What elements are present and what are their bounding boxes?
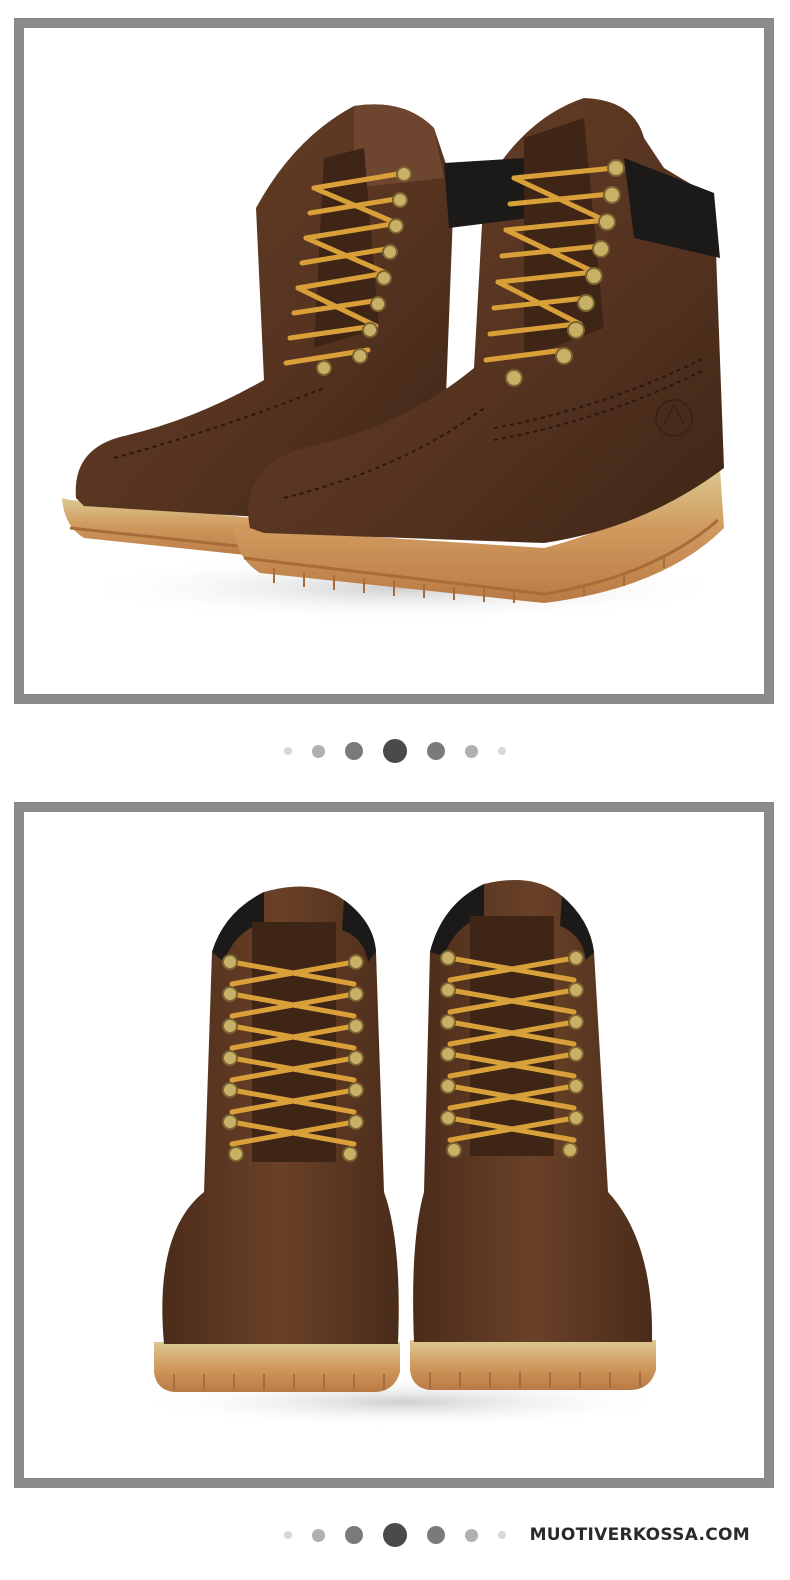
carousel-indicator-1[interactable] xyxy=(0,736,790,766)
carousel-dot[interactable] xyxy=(345,1526,363,1544)
carousel-dot[interactable] xyxy=(345,742,363,760)
boots-side-illustration xyxy=(62,98,734,622)
carousel-dot[interactable] xyxy=(284,747,292,755)
carousel-dot[interactable] xyxy=(427,1526,445,1544)
boot-front-left xyxy=(154,886,400,1392)
boot-front-right xyxy=(410,880,656,1390)
product-image-side-view[interactable] xyxy=(14,18,774,704)
carousel-dot[interactable] xyxy=(498,747,506,755)
boots-front-illustration xyxy=(134,880,674,1428)
carousel-dot[interactable] xyxy=(465,744,478,758)
carousel-dot-active[interactable] xyxy=(383,739,407,763)
carousel-dot-active[interactable] xyxy=(383,1523,407,1547)
product-image-front-view[interactable] xyxy=(14,802,774,1488)
carousel-dot[interactable] xyxy=(427,742,445,760)
carousel-dot[interactable] xyxy=(284,1531,292,1539)
carousel-dot[interactable] xyxy=(465,1528,478,1542)
carousel-dot[interactable] xyxy=(312,744,325,758)
site-watermark: MUOTIVERKOSSA.COM xyxy=(529,1525,750,1545)
carousel-dot[interactable] xyxy=(498,1531,506,1539)
carousel-dot[interactable] xyxy=(312,1528,325,1542)
